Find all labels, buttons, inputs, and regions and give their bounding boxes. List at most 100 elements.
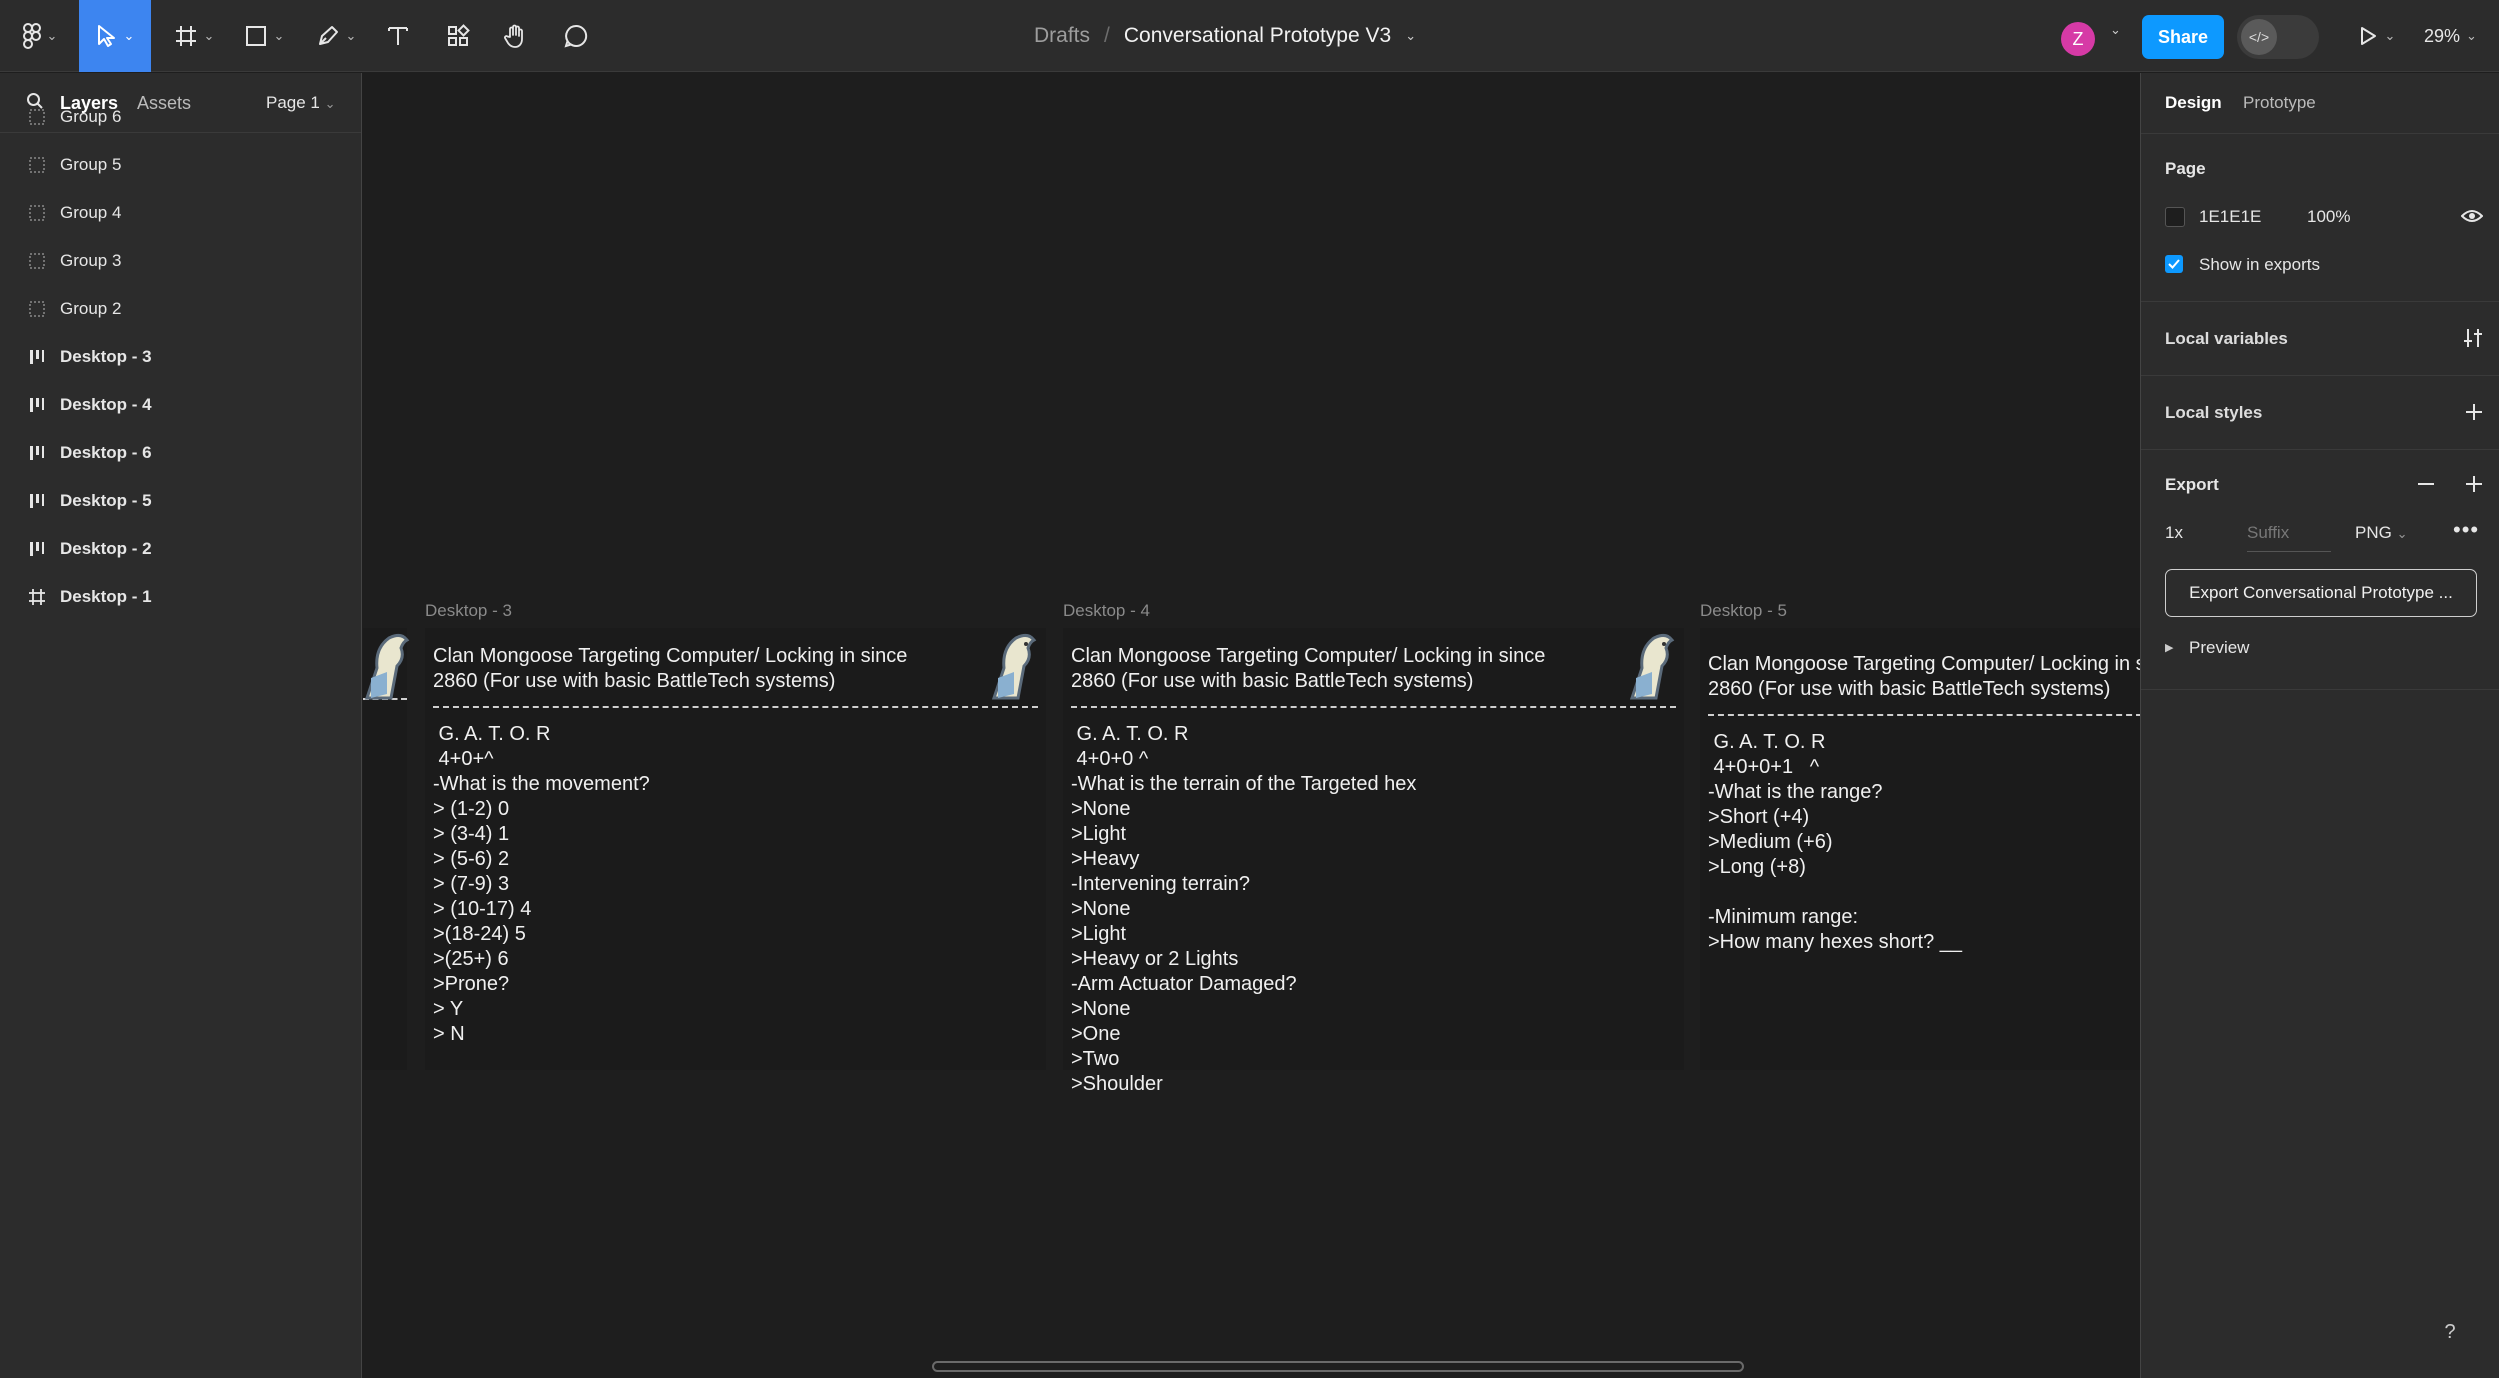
frame-tool-button[interactable]: ⌄ xyxy=(166,0,222,72)
layer-item[interactable]: Desktop - 6 xyxy=(0,429,362,477)
export-heading: Export xyxy=(2165,475,2219,494)
caret-right-icon[interactable]: ▶ xyxy=(2165,641,2173,654)
help-button[interactable]: ? xyxy=(2428,1310,2472,1354)
layer-item[interactable]: Desktop - 3 xyxy=(0,333,362,381)
layers-panel: Layers Assets Page 1 ⌄ Group 6 Group 5 Gro… xyxy=(0,73,362,1378)
auto-layout-icon xyxy=(28,492,46,510)
mongoose-mascot-icon xyxy=(1629,633,1675,700)
export-button[interactable]: Export Conversational Prototype ... xyxy=(2165,569,2477,617)
show-in-exports-checkbox[interactable] xyxy=(2165,255,2183,273)
layer-label: Group 4 xyxy=(60,203,122,222)
layer-label: Desktop - 6 xyxy=(60,443,152,462)
group-icon xyxy=(28,300,46,318)
divider xyxy=(2141,301,2499,302)
group-icon xyxy=(28,108,46,126)
chevron-down-icon: ⌄ xyxy=(273,28,285,43)
frame-title: Clan Mongoose Targeting Computer/ Lockin… xyxy=(1071,645,1546,692)
play-icon xyxy=(2357,25,2379,47)
layer-label: Desktop - 4 xyxy=(60,395,152,414)
avatar[interactable]: Z xyxy=(2061,22,2095,56)
show-in-exports-label: Show in exports xyxy=(2199,255,2320,274)
more-options-icon[interactable]: ••• xyxy=(2453,517,2479,543)
breadcrumb-folder[interactable]: Drafts xyxy=(1034,24,1090,48)
layer-item[interactable]: Group 4 xyxy=(0,189,362,237)
text-tool-button[interactable] xyxy=(380,0,416,72)
chevron-down-icon: ⌄ xyxy=(2384,28,2396,43)
export-suffix-input[interactable]: Suffix xyxy=(2247,523,2331,552)
desktop-frame[interactable]: Clan Mongoose Targeting Computer/ Lockin… xyxy=(425,628,1046,1070)
dev-mode-icon: </> xyxy=(2241,19,2277,55)
export-format-select[interactable]: PNG ⌄ xyxy=(2355,523,2407,543)
chevron-down-icon: ⌄ xyxy=(345,28,357,43)
layer-item[interactable]: Group 5 xyxy=(0,141,362,189)
design-panel: Design Prototype Page 1E1E1E 100% Show i… xyxy=(2140,73,2499,1378)
auto-layout-icon xyxy=(28,444,46,462)
canvas[interactable]: Desktop - 3 Clan Mongoose Targeting Compu… xyxy=(363,73,2140,1378)
eye-icon[interactable] xyxy=(2460,206,2484,231)
frame-tool-icon xyxy=(174,24,198,48)
move-tool-button[interactable]: ⌄ xyxy=(79,0,151,72)
comment-button[interactable] xyxy=(558,0,594,72)
group-icon xyxy=(28,156,46,174)
layer-item[interactable]: Group 2 xyxy=(0,285,362,333)
rectangle-tool-icon xyxy=(244,24,268,48)
tab-prototype[interactable]: Prototype xyxy=(2243,93,2316,113)
text-tool-icon xyxy=(386,24,410,48)
page-color-value[interactable]: 1E1E1E xyxy=(2199,207,2261,227)
layer-item[interactable]: Group 6 xyxy=(0,93,362,141)
layer-label: Desktop - 1 xyxy=(60,587,152,606)
chevron-down-icon: ⌄ xyxy=(46,28,58,43)
local-variables-label: Local variables xyxy=(2165,329,2288,348)
divider-line xyxy=(1071,706,1676,708)
divider xyxy=(2141,133,2499,134)
export-scale[interactable]: 1x xyxy=(2165,523,2183,543)
desktop-frame[interactable]: Clan Mongoose Targeting Computer/ Lockin… xyxy=(1063,628,1684,1095)
tab-design[interactable]: Design xyxy=(2165,93,2222,113)
chevron-down-icon: ⌄ xyxy=(203,28,215,43)
page-color-swatch[interactable] xyxy=(2165,207,2185,227)
remove-export-icon[interactable] xyxy=(2417,475,2435,498)
mongoose-mascot-icon xyxy=(991,633,1037,700)
desktop-frame[interactable]: Clan Mongoose Targeting Computer/ Lockin… xyxy=(1700,628,2140,1070)
mongoose-mascot-icon xyxy=(364,633,410,700)
frame-body-text: G. A. T. O. R 4+0+^ -What is the movemen… xyxy=(433,723,650,1045)
page-opacity-value[interactable]: 100% xyxy=(2307,207,2350,227)
shape-tool-button[interactable]: ⌄ xyxy=(236,0,292,72)
layer-item[interactable]: Group 3 xyxy=(0,237,362,285)
preview-label[interactable]: Preview xyxy=(2189,638,2249,658)
group-icon xyxy=(28,204,46,222)
file-name[interactable]: Conversational Prototype V3 xyxy=(1124,24,1391,48)
add-style-icon[interactable] xyxy=(2465,403,2483,426)
hand-tool-button[interactable] xyxy=(498,0,534,72)
chevron-down-icon[interactable]: ⌄ xyxy=(1405,28,1416,44)
dev-mode-toggle[interactable]: </> xyxy=(2237,15,2319,59)
auto-layout-icon xyxy=(28,348,46,366)
frame-label[interactable]: Desktop - 4 xyxy=(1063,601,1150,621)
divider-line xyxy=(1708,714,2140,716)
resources-button[interactable] xyxy=(440,0,476,72)
layer-item[interactable]: Desktop - 1 xyxy=(0,573,362,621)
pen-tool-button[interactable]: ⌄ xyxy=(308,0,364,72)
zoom-label: 29% xyxy=(2424,25,2461,46)
layer-label: Desktop - 5 xyxy=(60,491,152,510)
divider-line xyxy=(433,706,1038,708)
pen-tool-icon xyxy=(316,24,340,48)
layer-item[interactable]: Desktop - 2 xyxy=(0,525,362,573)
frame-label[interactable]: Desktop - 3 xyxy=(425,601,512,621)
layer-item[interactable]: Desktop - 4 xyxy=(0,381,362,429)
horizontal-scrollbar[interactable] xyxy=(932,1361,1744,1372)
chevron-down-icon[interactable]: ⌄ xyxy=(2110,22,2121,38)
move-tool-icon xyxy=(96,24,118,48)
add-export-icon[interactable] xyxy=(2465,475,2483,498)
breadcrumb-separator: / xyxy=(1104,24,1110,47)
main-menu-button[interactable]: ⌄ xyxy=(14,0,66,72)
variables-icon[interactable] xyxy=(2463,327,2483,354)
zoom-control[interactable]: 29% ⌄ xyxy=(2424,0,2477,72)
toolbar: ⌄ ⌄ ⌄ ⌄ ⌄ Drafts / Conversational Protot… xyxy=(0,0,2499,72)
auto-layout-icon xyxy=(28,540,46,558)
share-button[interactable]: Share xyxy=(2142,15,2224,59)
resources-icon xyxy=(446,24,470,48)
present-button[interactable]: ⌄ xyxy=(2348,0,2404,72)
frame-label[interactable]: Desktop - 5 xyxy=(1700,601,1787,621)
layer-item[interactable]: Desktop - 5 xyxy=(0,477,362,525)
